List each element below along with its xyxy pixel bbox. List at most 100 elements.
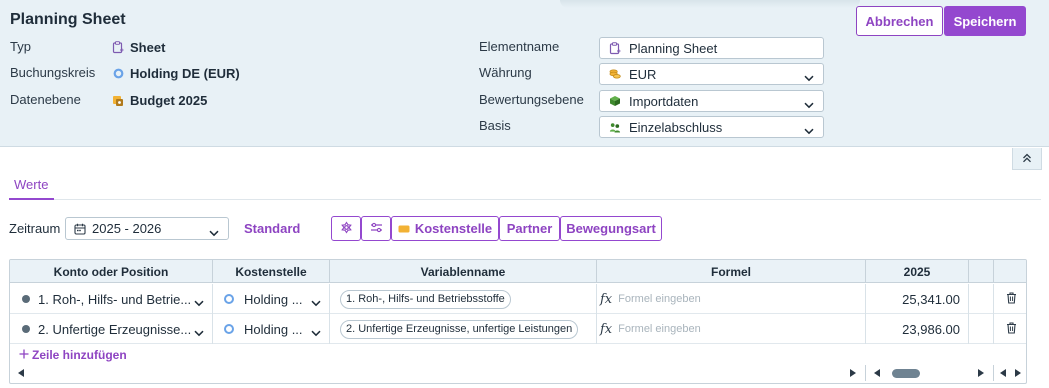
tab-divider: [9, 199, 1041, 200]
chevron-down-icon: [194, 295, 204, 310]
trash-icon[interactable]: [1006, 321, 1017, 337]
konto-cell[interactable]: 1. Roh-, Hilfs- und Betrie...: [10, 284, 213, 314]
variable-pill: 1. Roh-, Hilfs- und Betriebsstoffe: [340, 289, 511, 309]
elementname-field[interactable]: Planning Sheet: [599, 37, 824, 59]
filter-button[interactable]: [361, 216, 391, 241]
variablenname-cell[interactable]: 2. Unfertige Erzeugnisse, unfertige Leis…: [330, 314, 597, 344]
scroll-right-icon[interactable]: [850, 369, 856, 377]
column-header-spacer: [969, 260, 994, 283]
value-cell[interactable]: 25,341.00: [866, 284, 969, 314]
scroll-left-icon[interactable]: [18, 369, 24, 377]
kostenstelle-button-label: Kostenstelle: [414, 221, 493, 236]
kostenstelle-text: Holding ...: [244, 321, 303, 337]
ring-icon: [224, 294, 234, 304]
formel-placeholder: Formel eingeben: [618, 323, 701, 335]
kostenstelle-button[interactable]: Kostenstelle: [391, 216, 499, 241]
zeitraum-select[interactable]: 2025 - 2026: [65, 217, 229, 240]
label-waehrung: Währung: [479, 65, 532, 80]
flower-settings-icon: [340, 220, 353, 237]
column-header-kostenstelle[interactable]: Kostenstelle: [213, 260, 330, 283]
waehrung-select[interactable]: EUR: [599, 63, 824, 85]
zeitraum-label: Zeitraum: [9, 221, 61, 236]
column-header-variablenname[interactable]: Variablenname: [330, 260, 597, 283]
column-header-actions: [994, 260, 1026, 283]
scroll-right-icon[interactable]: [1015, 369, 1021, 377]
table-row: 2. Unfertige Erzeugnisse... Holding ... …: [10, 314, 1026, 344]
scroll-left-icon[interactable]: [1000, 369, 1006, 377]
sheet-icon: [609, 41, 621, 54]
position-dot-icon: [22, 325, 30, 333]
chevron-down-icon: [804, 123, 814, 138]
spacer-cell: [969, 284, 994, 314]
elementname-value: Planning Sheet: [629, 40, 718, 56]
bewertungsebene-select[interactable]: Importdaten: [599, 90, 824, 112]
konto-text: 2. Unfertige Erzeugnisse...: [38, 321, 192, 337]
record-header: Planning Sheet Typ Sheet Buchungskreis H…: [0, 0, 1049, 147]
trash-icon[interactable]: [1006, 291, 1017, 307]
variablenname-cell[interactable]: 1. Roh-, Hilfs- und Betriebsstoffe: [330, 284, 597, 314]
meta-label-datenebene: Datenebene: [10, 92, 81, 107]
budget-icon: [112, 95, 124, 107]
scrollbar-divider: [865, 365, 866, 381]
meta-buchungskreis-text: Holding DE (EUR): [130, 66, 240, 81]
table-header: Konto oder Position Kostenstelle Variabl…: [10, 260, 1026, 283]
konto-cell[interactable]: 2. Unfertige Erzeugnisse...: [10, 314, 213, 344]
scroll-right-icon[interactable]: [978, 369, 984, 377]
header-shadow: [560, 0, 860, 8]
kostenstelle-text: Holding ...: [244, 291, 303, 307]
partner-button[interactable]: Partner: [499, 216, 560, 241]
formel-cell[interactable]: fx Formel eingeben: [597, 284, 866, 314]
label-basis: Basis: [479, 118, 511, 133]
collapse-header-button[interactable]: [1012, 148, 1042, 170]
basis-value: Einzelabschluss: [629, 119, 723, 135]
meta-label-typ: Typ: [10, 39, 31, 54]
tab-werte[interactable]: Werte: [14, 177, 48, 192]
coins-icon: [609, 68, 621, 80]
horizontal-scrollbar[interactable]: [10, 363, 1026, 383]
meta-value-typ: Sheet: [112, 40, 165, 55]
waehrung-value: EUR: [629, 66, 657, 82]
chevron-down-icon: [194, 325, 204, 340]
delete-cell[interactable]: [994, 284, 1026, 314]
chevron-down-icon: [804, 97, 814, 112]
konto-text: 1. Roh-, Hilfs- und Betrie...: [38, 291, 192, 307]
settings-button[interactable]: [331, 216, 361, 241]
sheet-icon: [112, 41, 124, 54]
delete-cell[interactable]: [994, 314, 1026, 344]
scrollbar-divider: [993, 365, 994, 381]
standard-link[interactable]: Standard: [244, 221, 300, 236]
chevron-down-icon: [209, 225, 219, 240]
add-row-button[interactable]: Zeile hinzufügen: [19, 348, 127, 362]
ring-icon: [112, 68, 124, 80]
chevron-down-icon: [311, 325, 321, 340]
box-icon: [609, 95, 621, 107]
kostenstelle-cell[interactable]: Holding ...: [213, 284, 330, 314]
planning-table: Konto oder Position Kostenstelle Variabl…: [9, 259, 1027, 384]
add-row-label: Zeile hinzufügen: [32, 348, 127, 362]
column-header-formel[interactable]: Formel: [597, 260, 866, 283]
chevron-down-icon: [804, 70, 814, 85]
plus-icon: [19, 348, 29, 362]
spacer-cell: [969, 314, 994, 344]
column-header-2025[interactable]: 2025: [866, 260, 969, 283]
cancel-button[interactable]: Abbrechen: [856, 6, 943, 36]
tab-active-indicator: [9, 198, 54, 200]
save-button[interactable]: Speichern: [944, 6, 1026, 36]
scroll-left-icon[interactable]: [874, 369, 880, 377]
scroll-thumb[interactable]: [892, 369, 920, 378]
zeitraum-value: 2025 - 2026: [92, 221, 162, 236]
bewegungsart-button[interactable]: Bewegungsart: [560, 216, 662, 241]
meta-value-buchungskreis: Holding DE (EUR): [112, 66, 240, 81]
bewertungsebene-value: Importdaten: [629, 93, 699, 109]
ring-icon: [224, 324, 234, 334]
kostenstelle-cell[interactable]: Holding ...: [213, 314, 330, 344]
tag-icon: [398, 221, 410, 236]
chevrons-up-icon: [1022, 151, 1032, 166]
column-header-konto[interactable]: Konto oder Position: [10, 260, 213, 283]
basis-select[interactable]: Einzelabschluss: [599, 116, 824, 138]
position-dot-icon: [22, 295, 30, 303]
value-cell[interactable]: 23,986.00: [866, 314, 969, 344]
formel-cell[interactable]: fx Formel eingeben: [597, 314, 866, 344]
label-bewertungsebene: Bewertungsebene: [479, 92, 584, 107]
variable-pill: 2. Unfertige Erzeugnisse, unfertige Leis…: [340, 319, 579, 339]
